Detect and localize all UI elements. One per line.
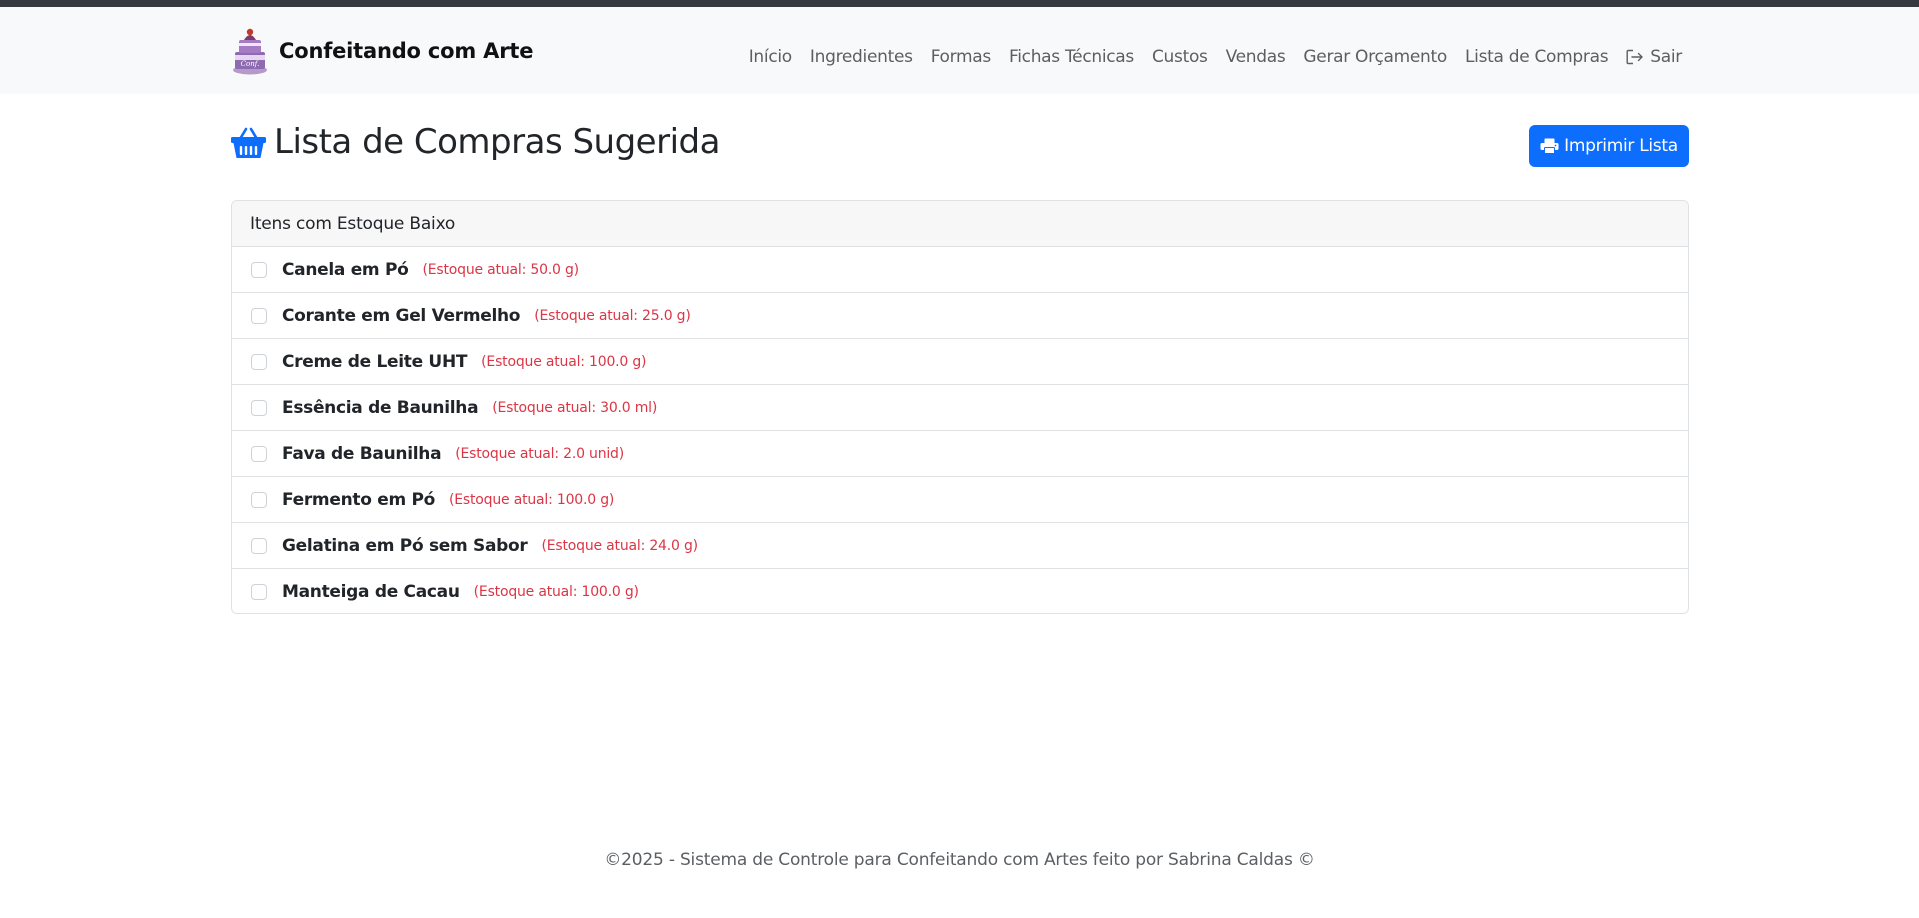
logout-icon: [1626, 49, 1643, 65]
item-checkbox[interactable]: [251, 353, 267, 370]
item-stock: (Estoque atual: 25.0 g): [534, 307, 691, 324]
item-name: Essência de Baunilha: [282, 397, 479, 418]
basket-icon: [231, 127, 266, 158]
brand[interactable]: Conf. Confeitando com Arte: [231, 26, 533, 76]
item-checkbox[interactable]: [251, 399, 267, 416]
item-checkbox[interactable]: [251, 537, 267, 554]
item-name: Manteiga de Cacau: [282, 581, 460, 602]
item-name: Creme de Leite UHT: [282, 351, 468, 372]
item-name: Corante em Gel Vermelho: [282, 305, 521, 326]
nav-item-formas[interactable]: Formas: [931, 47, 992, 67]
nav-item-inicio[interactable]: Início: [749, 47, 792, 67]
item-stock: (Estoque atual: 30.0 ml): [492, 399, 658, 416]
page-title: Lista de Compras Sugerida: [231, 117, 720, 167]
item-name: Fava de Baunilha: [282, 443, 442, 464]
navbar: Conf. Confeitando com Arte Início Ingred…: [0, 7, 1919, 94]
item-stock: (Estoque atual: 100.0 g): [449, 491, 615, 508]
item-name: Gelatina em Pó sem Sabor: [282, 535, 528, 556]
list-item: Corante em Gel Vermelho (Estoque atual: …: [232, 293, 1688, 339]
top-strip: [0, 0, 1919, 7]
nav-item-vendas[interactable]: Vendas: [1226, 47, 1286, 67]
item-stock: (Estoque atual: 50.0 g): [422, 261, 580, 278]
nav-menu: Início Ingredientes Formas Fichas Técnic…: [749, 47, 1683, 67]
print-button[interactable]: Imprimir Lista: [1529, 125, 1689, 167]
item-stock: (Estoque atual: 2.0 unid): [455, 445, 625, 462]
item-stock: (Estoque atual: 100.0 g): [481, 353, 647, 370]
item-checkbox[interactable]: [251, 261, 267, 278]
list-item: Fermento em Pó (Estoque atual: 100.0 g): [232, 477, 1688, 523]
page-title-text: Lista de Compras Sugerida: [274, 122, 720, 162]
printer-icon: [1540, 138, 1559, 154]
list-item: Canela em Pó (Estoque atual: 50.0 g): [232, 247, 1688, 293]
nav-item-custos[interactable]: Custos: [1152, 47, 1208, 67]
item-checkbox[interactable]: [251, 307, 267, 324]
logout-label: Sair: [1650, 47, 1682, 67]
item-stock: (Estoque atual: 100.0 g): [473, 583, 639, 600]
footer-text: ©2025 - Sistema de Controle para Confeit…: [604, 850, 1315, 870]
cake-logo-icon: Conf.: [233, 28, 267, 75]
item-checkbox[interactable]: [251, 445, 267, 462]
nav-item-fichas-tecnicas[interactable]: Fichas Técnicas: [1009, 47, 1134, 67]
low-stock-card: Itens com Estoque Baixo Canela em Pó (Es…: [231, 200, 1689, 614]
card-header: Itens com Estoque Baixo: [232, 201, 1688, 247]
list-item: Manteiga de Cacau (Estoque atual: 100.0 …: [232, 569, 1688, 613]
list-item: Gelatina em Pó sem Sabor (Estoque atual:…: [232, 523, 1688, 569]
list-item: Essência de Baunilha (Estoque atual: 30.…: [232, 385, 1688, 431]
print-button-label: Imprimir Lista: [1564, 136, 1678, 156]
svg-text:Conf.: Conf.: [241, 60, 260, 68]
item-checkbox[interactable]: [251, 583, 267, 600]
item-name: Canela em Pó: [282, 259, 409, 280]
nav-item-gerar-orcamento[interactable]: Gerar Orçamento: [1303, 47, 1447, 67]
item-checkbox[interactable]: [251, 491, 267, 508]
brand-name: Confeitando com Arte: [279, 39, 534, 63]
nav-item-lista-de-compras[interactable]: Lista de Compras: [1465, 47, 1609, 67]
item-name: Fermento em Pó: [282, 489, 436, 510]
item-stock: (Estoque atual: 24.0 g): [541, 537, 698, 554]
list-item: Fava de Baunilha (Estoque atual: 2.0 uni…: [232, 431, 1688, 477]
list-item: Creme de Leite UHT (Estoque atual: 100.0…: [232, 339, 1688, 385]
nav-item-ingredientes[interactable]: Ingredientes: [810, 47, 913, 67]
logout-link[interactable]: Sair: [1626, 47, 1682, 67]
